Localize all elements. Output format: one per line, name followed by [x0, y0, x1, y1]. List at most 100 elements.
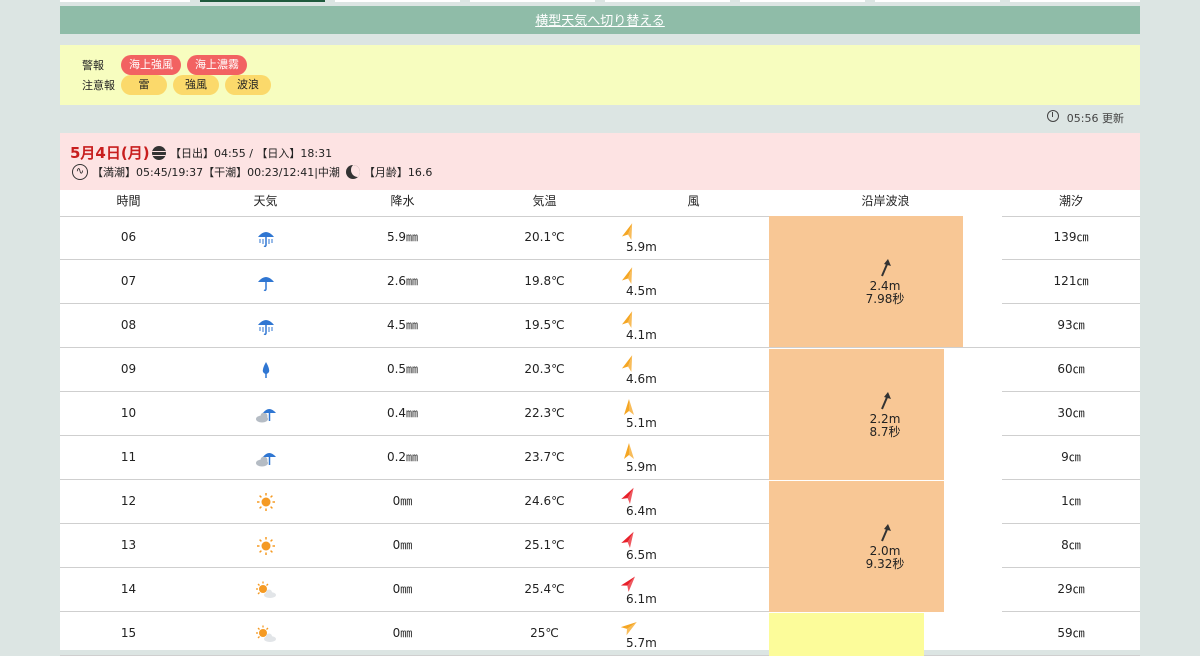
wind-arrow-icon: [621, 355, 633, 372]
wind-arrow-icon: [621, 531, 634, 549]
switch-horizontal-link[interactable]: 横型天気へ切り替える: [535, 14, 665, 29]
col-header-wave: 沿岸波浪: [861, 194, 910, 208]
tab-stub[interactable]: [470, 0, 595, 2]
wind-speed: 4.5m: [626, 284, 657, 298]
wind-arrow-icon: [620, 576, 636, 592]
precip-cell: 0㎜: [392, 494, 413, 508]
tide-cell: 9㎝: [1061, 450, 1081, 464]
sun-icon: [255, 536, 277, 556]
wave-direction-icon: [881, 523, 891, 541]
tide-info: ∿ 【満潮】05:45/19:37【干潮】00:23/12:41|中潮 【月齢】…: [72, 164, 432, 180]
cloud-umbrella-icon: [255, 404, 277, 424]
tide-cell: 8㎝: [1061, 538, 1081, 552]
hour-cell: 06: [120, 230, 137, 244]
tab-stub[interactable]: [875, 0, 1000, 2]
precip-cell: 0.2㎜: [386, 450, 419, 464]
wind-cell: 6.1m: [620, 574, 680, 610]
wind-speed: 5.1m: [626, 416, 657, 430]
temp-cell: 25.4℃: [524, 582, 565, 596]
wind-speed: 6.1m: [626, 592, 657, 606]
col-header-temp: 気温: [532, 194, 557, 208]
col-header-wind: 風: [687, 194, 700, 208]
precip-cell: 0㎜: [392, 626, 413, 640]
wind-speed: 6.5m: [626, 548, 657, 562]
hour-cell: 15: [120, 626, 137, 640]
tide-cell: 60㎝: [1057, 362, 1085, 376]
temp-cell: 22.3℃: [524, 406, 565, 420]
hour-cell: 08: [120, 318, 137, 332]
tide-cell: 1㎝: [1061, 494, 1081, 508]
advisory-badge[interactable]: 波浪: [225, 75, 271, 95]
tab-stub[interactable]: [1010, 0, 1140, 2]
wind-speed: 4.1m: [626, 328, 657, 342]
advisory-badge[interactable]: 雷: [121, 75, 167, 95]
wind-cell: 5.7m: [620, 618, 680, 654]
wind-cell: 6.4m: [620, 486, 680, 522]
tide-text: 【満潮】05:45/19:37【干潮】00:23/12:41|中潮: [92, 166, 340, 179]
wave-info: 2.0m 9.32秒: [788, 523, 982, 571]
tab-stub[interactable]: [60, 0, 190, 2]
wind-arrow-icon: [621, 267, 633, 284]
tab-stub[interactable]: [740, 0, 865, 2]
rain-umbrella-heavy-icon: [255, 316, 277, 336]
update-time: 05:56 更新: [1066, 112, 1124, 125]
tab-stub[interactable]: [605, 0, 730, 2]
col-header-weather: 天気: [253, 194, 278, 208]
wind-cell: 4.5m: [620, 266, 680, 302]
wind-cell: 5.9m: [620, 222, 680, 258]
wind-arrow-icon: [621, 311, 633, 328]
tide-cell: 121㎝: [1053, 274, 1089, 288]
temp-cell: 20.1℃: [524, 230, 565, 244]
wind-cell: 6.5m: [620, 530, 680, 566]
wind-speed: 5.7m: [626, 636, 657, 650]
tab-stub[interactable]: [335, 0, 460, 2]
wind-cell: 4.1m: [620, 310, 680, 346]
wind-cell: 5.9m: [620, 442, 680, 478]
wave-direction-icon: [881, 258, 891, 276]
warning-badge[interactable]: 海上強風: [121, 55, 181, 75]
day-header: 5月4日(月) 【日出】04:55 / 【日入】18:31 ∿ 【満潮】05:4…: [60, 133, 1140, 190]
wave-period: 8.7秒: [869, 424, 901, 439]
wave-info: 2.2m 8.7秒: [788, 391, 982, 439]
warning-label: 警報: [82, 59, 104, 72]
wind-speed: 6.4m: [626, 504, 657, 518]
warning-badge[interactable]: 海上濃霧: [187, 55, 247, 75]
precip-cell: 2.6㎜: [386, 274, 419, 288]
precip-cell: 4.5㎜: [386, 318, 419, 332]
temp-cell: 19.8℃: [524, 274, 565, 288]
hour-cell: 07: [120, 274, 137, 288]
wave-direction-icon: [881, 391, 891, 409]
wind-arrow-icon: [624, 443, 634, 459]
advisory-badge[interactable]: 強風: [173, 75, 219, 95]
tide-cell: 29㎝: [1057, 582, 1085, 596]
tide-cell: 139㎝: [1053, 230, 1089, 244]
col-header-tide: 潮汐: [1058, 194, 1083, 208]
wave-height: 2.4m: [869, 278, 901, 293]
wind-speed: 5.9m: [626, 240, 657, 254]
warnings-box: 警報 海上強風 海上濃霧 注意報 雷 強風 波浪: [60, 45, 1140, 105]
table-header: 時間 天気 降水 気温 風 沿岸波浪 潮汐: [60, 190, 1140, 217]
sun-cloud-icon: [255, 580, 277, 600]
wave-period: 7.98秒: [865, 291, 905, 306]
wave-period: 9.32秒: [865, 556, 905, 571]
wind-arrow-icon: [621, 487, 634, 505]
wind-speed: 5.9m: [626, 460, 657, 474]
temp-cell: 24.6℃: [524, 494, 565, 508]
precip-cell: 0.5㎜: [386, 362, 419, 376]
sun-times: 【日出】04:55 / 【日入】18:31: [152, 145, 332, 161]
temp-cell: 25.1℃: [524, 538, 565, 552]
tide-cell: 93㎝: [1057, 318, 1085, 332]
precip-cell: 0㎜: [392, 582, 413, 596]
wind-arrow-icon: [620, 622, 637, 636]
update-info: 05:56 更新: [1046, 110, 1124, 126]
wind-cell: 5.1m: [620, 398, 680, 434]
precip-cell: 5.9㎜: [386, 230, 419, 244]
moon-age-text: 【月齢】16.6: [363, 166, 433, 179]
sun-cloud-icon: [255, 624, 277, 644]
table-row: 15 0㎜ 25℃ 5.7m 59㎝: [60, 612, 1140, 656]
switch-layout-bar: 横型天気へ切り替える: [60, 6, 1140, 34]
cloud-umbrella-icon: [255, 448, 277, 468]
warning-row: 警報 海上強風 海上濃霧: [82, 55, 247, 75]
wind-arrow-icon: [624, 399, 634, 415]
tab-stub-active[interactable]: [200, 0, 325, 2]
